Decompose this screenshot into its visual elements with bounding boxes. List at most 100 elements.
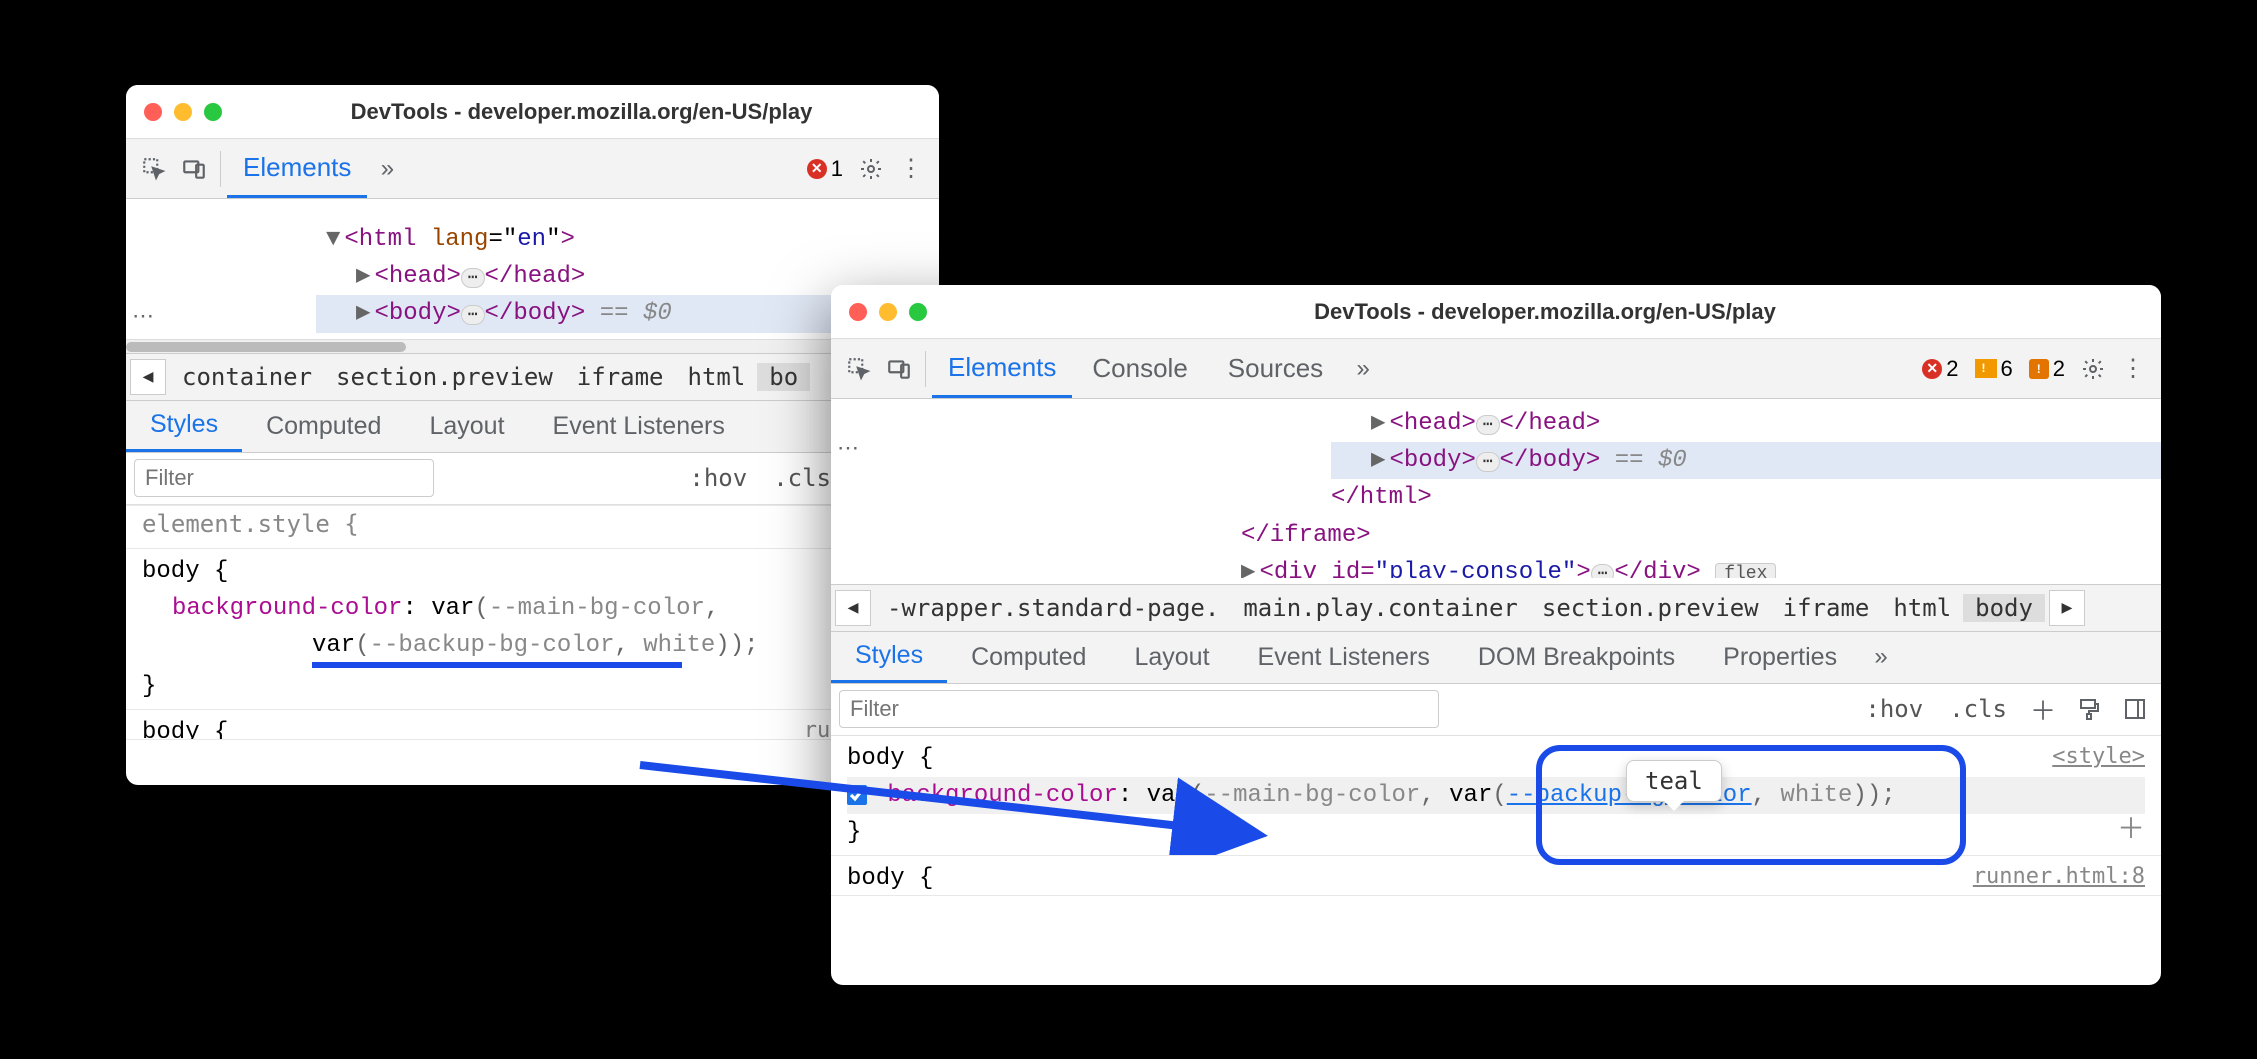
css-block-body-2[interactable]: runner.html:8 body { [831, 856, 2161, 896]
paint-icon[interactable] [2071, 691, 2107, 727]
css-declaration[interactable]: background-color: var(--main-bg-color, [142, 590, 923, 627]
filter-input[interactable] [839, 690, 1439, 728]
subtab-event-listeners[interactable]: Event Listeners [1234, 632, 1454, 683]
hov-toggle[interactable]: :hov [681, 464, 755, 492]
crumb-main[interactable]: main.play.container [1231, 594, 1530, 622]
subtab-properties[interactable]: Properties [1699, 632, 1861, 683]
subtab-layout[interactable]: Layout [405, 401, 528, 452]
crumb-iframe[interactable]: iframe [565, 363, 676, 391]
hov-toggle[interactable]: :hov [1857, 695, 1931, 723]
declaration-checkbox[interactable] [847, 785, 867, 805]
subtab-dom-breakpoints[interactable]: DOM Breakpoints [1454, 632, 1699, 683]
dom-tree[interactable]: … ▼<html lang="en"> ▶<head>⋯</head> ▶<bo… [126, 199, 939, 339]
maximize-light[interactable] [204, 103, 222, 121]
dom-line-div[interactable]: ▶<div id="play-console">⋯</div> flex [1201, 554, 2161, 578]
close-light[interactable] [849, 303, 867, 321]
subtab-styles[interactable]: Styles [126, 401, 242, 452]
css-property[interactable]: background-color [887, 782, 1117, 809]
crumb-next-icon[interactable]: ▶ [2049, 590, 2085, 626]
warning-icon [1975, 359, 1997, 378]
css-selector[interactable]: body { [142, 553, 923, 590]
minimize-light[interactable] [174, 103, 192, 121]
computed-panel-icon[interactable] [2117, 691, 2153, 727]
subtab-event-listeners[interactable]: Event Listeners [529, 401, 749, 452]
cls-toggle[interactable]: .cls [765, 464, 839, 492]
crumb-container[interactable]: container [170, 363, 324, 391]
dom-line-doctype[interactable]: … [286, 205, 939, 221]
more-subtabs-icon[interactable]: » [1861, 637, 1901, 677]
window-lights [849, 303, 927, 321]
warning-badge[interactable]: 6 [1967, 356, 2021, 382]
error-badge[interactable]: ✕ 2 [1914, 356, 1966, 382]
css-block-body[interactable]: <style> body { background-color: var(--m… [831, 736, 2161, 857]
subtab-layout[interactable]: Layout [1110, 632, 1233, 683]
info-badge[interactable]: ! 2 [2021, 356, 2073, 382]
crumb-html[interactable]: html [676, 363, 758, 391]
source-link[interactable]: runner.html:8 [1973, 860, 2145, 894]
css-block-body[interactable]: <st body { background-color: var(--main-… [126, 549, 939, 711]
css-block-element-style[interactable]: element.style { } [126, 505, 939, 549]
css-declaration-cont[interactable]: var(--backup-bg-color, white)); [142, 627, 923, 664]
dom-line-iframe-close[interactable]: </iframe> [1201, 517, 2161, 554]
tab-sources[interactable]: Sources [1208, 339, 1343, 398]
cls-toggle[interactable]: .cls [1941, 695, 2015, 723]
css-block-body-2[interactable]: runner.ht body { [126, 710, 939, 740]
error-icon: ✕ [807, 159, 827, 179]
tab-console[interactable]: Console [1072, 339, 1207, 398]
ellipsis-icon[interactable]: ⋯ [461, 305, 485, 325]
flex-badge[interactable]: flex [1715, 563, 1776, 578]
crumb-section[interactable]: section.preview [324, 363, 565, 391]
inspect-element-icon[interactable] [134, 149, 174, 189]
crumb-prev-icon[interactable]: ◀ [835, 590, 871, 626]
css-selector[interactable]: body { [847, 740, 2145, 777]
device-toggle-icon[interactable] [174, 149, 214, 189]
crumb-prev-icon[interactable]: ◀ [130, 359, 166, 395]
settings-icon[interactable] [2073, 349, 2113, 389]
subtab-styles[interactable]: Styles [831, 632, 947, 683]
kebab-menu-icon[interactable]: ⋮ [2113, 349, 2153, 389]
ellipsis-icon[interactable]: ⋯ [461, 268, 485, 288]
add-declaration-icon[interactable]: ＋ [2117, 810, 2145, 853]
dom-line-head[interactable]: ▶<head>⋯</head> [1331, 405, 2161, 442]
crumb-iframe[interactable]: iframe [1771, 594, 1882, 622]
more-tabs-icon[interactable]: » [367, 149, 407, 189]
crumb-wrapper[interactable]: -wrapper.standard-page. [875, 594, 1231, 622]
info-icon: ! [2029, 359, 2049, 379]
close-light[interactable] [144, 103, 162, 121]
maximize-light[interactable] [909, 303, 927, 321]
subtab-computed[interactable]: Computed [947, 632, 1110, 683]
css-declaration[interactable]: background-color: var(--main-bg-color, v… [847, 777, 2145, 814]
ellipsis-icon[interactable]: ⋯ [1476, 452, 1500, 472]
tab-elements[interactable]: Elements [932, 339, 1072, 398]
filter-input[interactable] [134, 459, 434, 497]
crumb-body[interactable]: bo [757, 363, 810, 391]
tab-elements[interactable]: Elements [227, 139, 367, 198]
horizontal-scrollbar[interactable] [126, 339, 939, 353]
gutter-ellipsis-icon[interactable]: ⋯ [831, 435, 867, 461]
minimize-light[interactable] [879, 303, 897, 321]
dom-tree[interactable]: ▶<head>⋯</head> ▶<body>⋯</body> == $0 </… [831, 399, 2161, 584]
css-selector[interactable]: body { [847, 860, 2145, 896]
crumb-body[interactable]: body [1963, 594, 2045, 622]
settings-icon[interactable] [851, 149, 891, 189]
ellipsis-icon[interactable]: ⋯ [1476, 415, 1500, 435]
devtools-window-left: DevTools - developer.mozilla.org/en-US/p… [126, 85, 939, 785]
css-close-brace: } [142, 668, 923, 705]
add-rule-icon[interactable]: ＋ [2025, 691, 2061, 727]
dom-line-html[interactable]: ▼<html lang="en"> [286, 221, 939, 258]
dom-line-body-selected[interactable]: ▶<body>⋯</body> == $0 [1331, 442, 2161, 479]
subtab-computed[interactable]: Computed [242, 401, 405, 452]
source-link[interactable]: <style> [2052, 740, 2145, 774]
css-property[interactable]: background-color [142, 595, 402, 622]
kebab-menu-icon[interactable]: ⋮ [891, 149, 931, 189]
error-badge[interactable]: ✕ 1 [799, 156, 851, 182]
dom-line-html-close[interactable]: </html> [1291, 479, 2161, 516]
crumb-html[interactable]: html [1881, 594, 1963, 622]
device-toggle-icon[interactable] [879, 349, 919, 389]
more-tabs-icon[interactable]: » [1343, 349, 1383, 389]
crumb-section[interactable]: section.preview [1530, 594, 1771, 622]
devtools-window-right: DevTools - developer.mozilla.org/en-US/p… [831, 285, 2161, 985]
ellipsis-icon[interactable]: ⋯ [1591, 564, 1615, 578]
inspect-element-icon[interactable] [839, 349, 879, 389]
gutter-ellipsis-icon[interactable]: ⋯ [126, 303, 162, 329]
